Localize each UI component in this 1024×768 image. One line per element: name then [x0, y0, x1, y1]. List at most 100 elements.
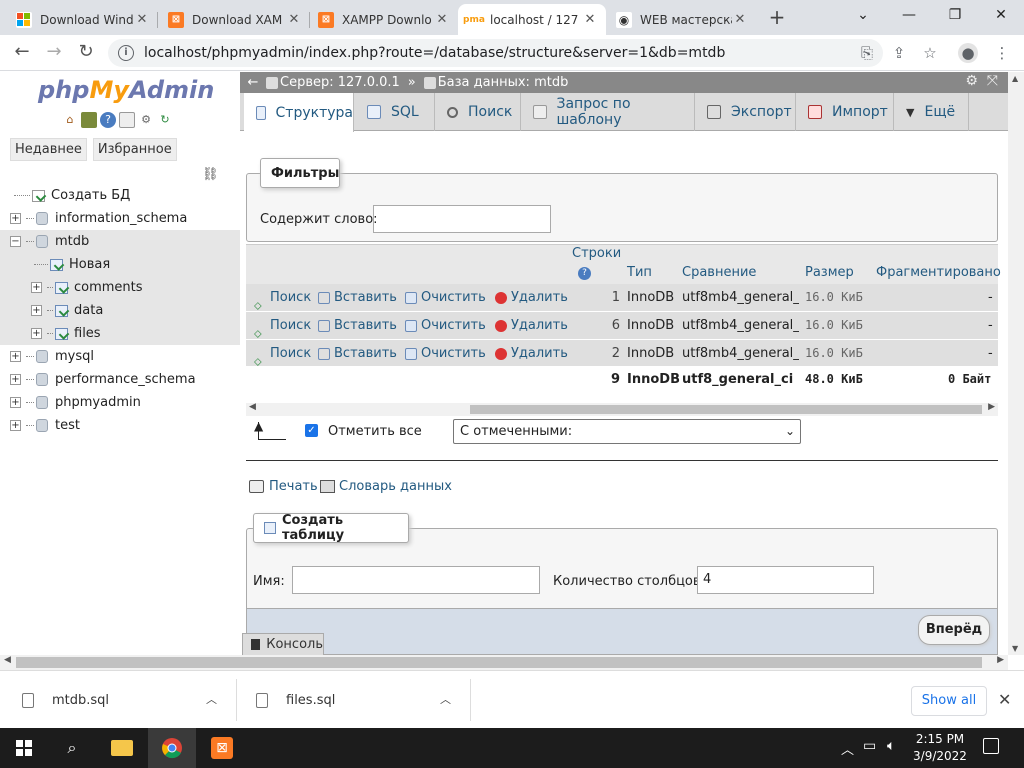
page-vertical-scrollbar[interactable]: ▲ ▼: [1008, 72, 1024, 655]
breadcrumb-database[interactable]: База данных: mtdb: [438, 75, 569, 90]
notification-icon[interactable]: [983, 738, 999, 754]
chevron-up-icon[interactable]: ︿: [440, 691, 451, 707]
translate-icon[interactable]: ⎘: [857, 43, 877, 63]
chevron-up-icon[interactable]: ︿: [206, 691, 217, 707]
download-item[interactable]: mtdb.sql ︿: [22, 671, 234, 729]
expand-icon[interactable]: +: [10, 213, 21, 224]
close-icon[interactable]: ✕: [732, 12, 748, 27]
expand-icon[interactable]: +: [10, 351, 21, 362]
menu-icon[interactable]: ⋮: [992, 43, 1012, 63]
tab-search[interactable]: Поиск: [435, 93, 521, 131]
tab-more[interactable]: ▼ Ещё: [894, 93, 969, 131]
chevron-up-icon[interactable]: ︿: [841, 739, 854, 758]
recent-tab[interactable]: Недавнее: [10, 138, 87, 161]
expand-icon[interactable]: +: [10, 397, 21, 408]
action-empty[interactable]: Очистить: [405, 284, 486, 311]
scroll-right-icon[interactable]: ▶: [997, 655, 1004, 665]
scrollbar-thumb[interactable]: [16, 657, 982, 668]
settings-icon[interactable]: ⚙: [138, 112, 154, 128]
collapse-top-icon[interactable]: ⤧: [987, 73, 998, 89]
tab-structure[interactable]: Структура: [244, 93, 354, 132]
tab-import[interactable]: Импорт: [796, 93, 894, 131]
tree-item-create-db[interactable]: Создать БД: [0, 184, 240, 207]
help-icon[interactable]: ?: [100, 112, 116, 128]
xampp-icon[interactable]: ⊠: [198, 728, 246, 768]
scrollbar-thumb[interactable]: [470, 405, 982, 414]
columns-count-input[interactable]: 4: [697, 566, 874, 594]
action-drop[interactable]: Удалить: [495, 284, 568, 311]
windows-start-icon[interactable]: [0, 728, 48, 768]
tab-export[interactable]: Экспорт: [695, 93, 796, 131]
print-link[interactable]: Печать: [249, 479, 318, 494]
settings-icon[interactable]: ⚙: [965, 73, 978, 89]
restore-button[interactable]: ❐: [932, 4, 978, 28]
profile-icon[interactable]: ●: [958, 43, 978, 63]
action-browse[interactable]: ⬦ Поиск: [254, 340, 311, 367]
table-name-input[interactable]: [292, 566, 540, 594]
close-icon[interactable]: ✕: [134, 12, 150, 27]
home-icon[interactable]: ⌂: [62, 112, 78, 128]
download-item[interactable]: files.sql ︿: [256, 671, 468, 729]
cell-size[interactable]: 16.0 КиБ: [805, 340, 863, 367]
site-info-icon[interactable]: i: [118, 45, 134, 61]
tab-xampp-download[interactable]: ⊠ XAMPP Downlo ✕: [310, 4, 458, 35]
favorites-tab[interactable]: Избранное: [92, 138, 177, 161]
expand-icon[interactable]: +: [31, 328, 42, 339]
header-collation[interactable]: Сравнение: [682, 265, 756, 280]
scroll-left-icon[interactable]: ◀: [4, 655, 11, 665]
close-window-button[interactable]: ✕: [978, 4, 1024, 28]
scroll-down-icon[interactable]: ▼: [1012, 644, 1018, 653]
link-icon[interactable]: ⛓: [202, 167, 219, 182]
action-insert[interactable]: Вставить: [318, 312, 397, 339]
logout-icon[interactable]: [81, 112, 97, 128]
tab-web-masterskaya[interactable]: ◉ WEB мастерска ✕: [608, 4, 756, 35]
action-browse[interactable]: ⬦ Поиск: [254, 312, 311, 339]
tree-item-new-table[interactable]: Новая: [0, 253, 240, 276]
help-icon[interactable]: ?: [578, 267, 591, 280]
expand-icon[interactable]: +: [31, 282, 42, 293]
scroll-left-icon[interactable]: ◀: [249, 402, 256, 412]
file-explorer-icon[interactable]: [98, 728, 146, 768]
cell-size[interactable]: 16.0 КиБ: [805, 312, 863, 339]
tree-item-mysql[interactable]: + mysql: [0, 345, 240, 368]
tab-sql[interactable]: SQL: [355, 93, 435, 131]
check-all-checkbox[interactable]: ✓: [305, 424, 318, 437]
collapse-nav-icon[interactable]: ←: [240, 75, 266, 90]
expand-icon[interactable]: +: [10, 374, 21, 385]
close-icon[interactable]: ✕: [286, 12, 302, 27]
action-empty[interactable]: Очистить: [405, 340, 486, 367]
tree-item-mtdb[interactable]: − mtdb: [0, 230, 240, 253]
close-icon[interactable]: ✕: [434, 12, 450, 27]
check-all-label[interactable]: Отметить все: [328, 424, 422, 439]
action-insert[interactable]: Вставить: [318, 340, 397, 367]
minimize-button[interactable]: —: [886, 4, 932, 28]
table-scrollbar[interactable]: ◀ ▶: [246, 402, 998, 416]
tab-query-by-example[interactable]: Запрос по шаблону: [521, 93, 695, 131]
close-icon[interactable]: ✕: [582, 12, 598, 27]
scroll-right-icon[interactable]: ▶: [988, 402, 995, 412]
action-empty[interactable]: Очистить: [405, 312, 486, 339]
collapse-icon[interactable]: −: [10, 236, 21, 247]
tree-item-test[interactable]: + test: [0, 414, 240, 437]
header-rows[interactable]: Строки: [572, 246, 621, 261]
new-tab-button[interactable]: +: [765, 6, 789, 30]
breadcrumb-server[interactable]: Сервер: 127.0.0.1: [280, 75, 400, 90]
network-icon[interactable]: ▭: [863, 738, 876, 754]
tree-item-information-schema[interactable]: + information_schema: [0, 207, 240, 230]
action-drop[interactable]: Удалить: [495, 312, 568, 339]
action-browse[interactable]: ⬦ Поиск: [254, 284, 311, 311]
address-bar[interactable]: i localhost/phpmyadmin/index.php?route=/…: [108, 39, 883, 67]
data-dictionary-link[interactable]: Словарь данных: [320, 479, 452, 494]
cell-size[interactable]: 16.0 КиБ: [805, 284, 863, 311]
tab-search-icon[interactable]: ⌄: [840, 4, 886, 28]
tab-download-xampp[interactable]: ⊠ Download XAM ✕: [160, 4, 310, 35]
tree-item-data[interactable]: + data: [0, 299, 240, 322]
tree-item-comments[interactable]: + comments: [0, 276, 240, 299]
expand-icon[interactable]: +: [10, 420, 21, 431]
show-all-button[interactable]: Show all: [911, 686, 987, 716]
tab-localhost[interactable]: pma localhost / 127 ✕: [458, 4, 606, 35]
header-size[interactable]: Размер: [805, 265, 854, 280]
page-horizontal-scrollbar[interactable]: ◀ ▶: [0, 655, 1008, 670]
tree-item-performance-schema[interactable]: + performance_schema: [0, 368, 240, 391]
reload-nav-icon[interactable]: ↻: [157, 112, 173, 128]
